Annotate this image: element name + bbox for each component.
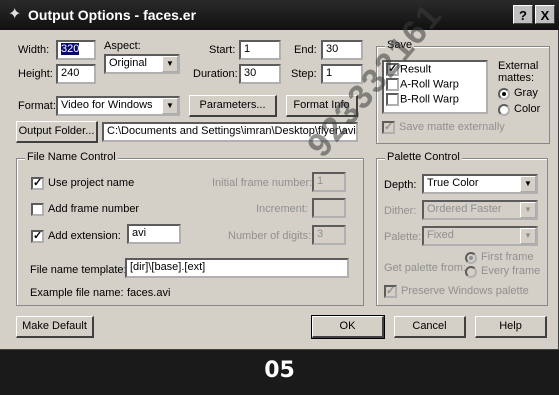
palette-control-label: Palette Control — [385, 151, 462, 163]
output-options-dialog: ✦ Output Options - faces.er ? X Width: 3… — [0, 0, 559, 350]
every-frame-label: Every frame — [481, 265, 541, 277]
aspect-select[interactable]: Original ▼ — [104, 54, 180, 74]
save-item-result[interactable]: ✓ Result — [386, 63, 431, 76]
mattes-label: mattes: — [498, 72, 535, 84]
ok-button[interactable]: OK — [311, 315, 385, 339]
help-title-button[interactable]: ? — [513, 5, 533, 24]
close-icon[interactable]: X — [535, 5, 555, 24]
title-bar: ✦ Output Options - faces.er ? X — [0, 0, 559, 30]
extension-field[interactable]: avi — [127, 224, 181, 244]
depth-value: True Color — [427, 177, 479, 189]
add-frame-label: Add frame number — [48, 203, 140, 215]
initial-frame-label: Initial frame number: — [212, 177, 313, 189]
get-palette-label: Get palette from: — [384, 262, 466, 274]
cancel-button[interactable]: Cancel — [394, 316, 466, 338]
width-value: 320 — [61, 43, 80, 55]
every-frame-radio[interactable] — [465, 266, 477, 278]
chevron-down-icon: ▼ — [162, 98, 178, 114]
save-item-b-roll[interactable]: B-Roll Warp — [386, 93, 459, 106]
add-frame-checkbox[interactable] — [31, 203, 44, 216]
save-item-label: Result — [400, 63, 432, 76]
width-label: Width: — [18, 44, 50, 56]
depth-select[interactable]: True Color ▼ — [422, 174, 538, 194]
make-default-button[interactable]: Make Default — [16, 316, 94, 338]
format-info-button[interactable]: Format Info — [286, 95, 358, 117]
dither-select[interactable]: Ordered Faster ▼ — [422, 200, 538, 220]
increment-label: Increment: — [256, 203, 308, 215]
depth-label: Depth: — [384, 179, 417, 191]
aspect-value: Original — [109, 57, 147, 69]
palette-select[interactable]: Fixed ▼ — [422, 226, 538, 246]
save-item-label: A-Roll Warp — [400, 78, 459, 91]
gray-radio[interactable] — [498, 88, 510, 100]
format-label: Format: — [18, 100, 56, 112]
save-item-a-roll[interactable]: A-Roll Warp — [386, 78, 459, 91]
add-extension-label: Add extension: — [48, 230, 121, 242]
end-label: End: — [294, 44, 317, 56]
page-number: 05 — [264, 358, 295, 383]
dither-label: Dither: — [384, 205, 417, 217]
digits-label: Number of digits: — [228, 230, 312, 242]
output-folder-field[interactable]: C:\Documents and Settings\imran\Desktop\… — [102, 122, 358, 142]
color-radio[interactable] — [498, 104, 510, 116]
footer-bar: 05 — [0, 350, 559, 395]
preserve-palette-checkbox[interactable]: ✓ — [384, 285, 397, 298]
save-matte-label: Save matte externally — [399, 121, 505, 133]
output-folder-button[interactable]: Output Folder... — [16, 121, 98, 143]
save-group-label: Save — [385, 39, 415, 51]
external-label: External — [498, 60, 539, 72]
use-project-label: Use project name — [48, 177, 135, 189]
example-label: Example file name: — [30, 287, 124, 299]
format-value: Video for Windows — [61, 99, 153, 111]
save-item-label: B-Roll Warp — [400, 93, 459, 106]
chevron-down-icon: ▼ — [162, 56, 178, 72]
save-result-checkbox[interactable]: ✓ — [386, 63, 399, 76]
aspect-label: Aspect: — [104, 40, 141, 52]
start-label: Start: — [209, 44, 236, 56]
chevron-down-icon: ▼ — [520, 176, 536, 192]
palette-value: Fixed — [427, 229, 454, 241]
digits-field[interactable]: 3 — [312, 225, 346, 245]
preserve-palette-label: Preserve Windows palette — [401, 285, 529, 297]
dither-value: Ordered Faster — [427, 203, 502, 215]
palette-label: Palette: — [384, 231, 422, 243]
start-field[interactable]: 1 — [239, 40, 281, 60]
increment-field[interactable] — [312, 198, 346, 218]
template-field[interactable]: [dir]\[base].[ext] — [125, 258, 349, 278]
end-field[interactable]: 30 — [321, 40, 363, 60]
duration-label: Duration: — [193, 68, 238, 80]
parameters-button[interactable]: Parameters... — [189, 95, 277, 117]
file-name-control-label: File Name Control — [25, 151, 118, 163]
app-icon: ✦ — [8, 6, 22, 23]
height-field[interactable]: 240 — [56, 64, 96, 84]
chevron-down-icon: ▼ — [520, 202, 536, 218]
add-extension-checkbox[interactable]: ✓ — [31, 230, 44, 243]
gray-label: Gray — [514, 87, 538, 99]
save-a-roll-checkbox[interactable] — [386, 78, 399, 91]
chevron-down-icon: ▼ — [520, 228, 536, 244]
use-project-checkbox[interactable]: ✓ — [31, 177, 44, 190]
first-frame-radio[interactable] — [465, 252, 477, 264]
format-select[interactable]: Video for Windows ▼ — [56, 96, 180, 116]
first-frame-label: First frame — [481, 251, 534, 263]
template-label: File name template: — [30, 264, 127, 276]
save-matte-checkbox[interactable]: ✓ — [382, 121, 395, 134]
save-b-roll-checkbox[interactable] — [386, 93, 399, 106]
color-label: Color — [514, 103, 541, 115]
height-label: Height: — [18, 68, 53, 80]
save-list[interactable]: ✓ Result A-Roll Warp B-Roll Warp — [382, 60, 488, 114]
help-button[interactable]: Help — [475, 316, 547, 338]
step-label: Step: — [291, 68, 317, 80]
example-value: faces.avi — [127, 287, 171, 299]
initial-frame-field[interactable]: 1 — [312, 172, 346, 192]
width-field[interactable]: 320 — [56, 40, 96, 60]
step-field[interactable]: 1 — [321, 64, 363, 84]
window-title: Output Options - faces.er — [28, 7, 197, 23]
duration-field[interactable]: 30 — [239, 64, 281, 84]
